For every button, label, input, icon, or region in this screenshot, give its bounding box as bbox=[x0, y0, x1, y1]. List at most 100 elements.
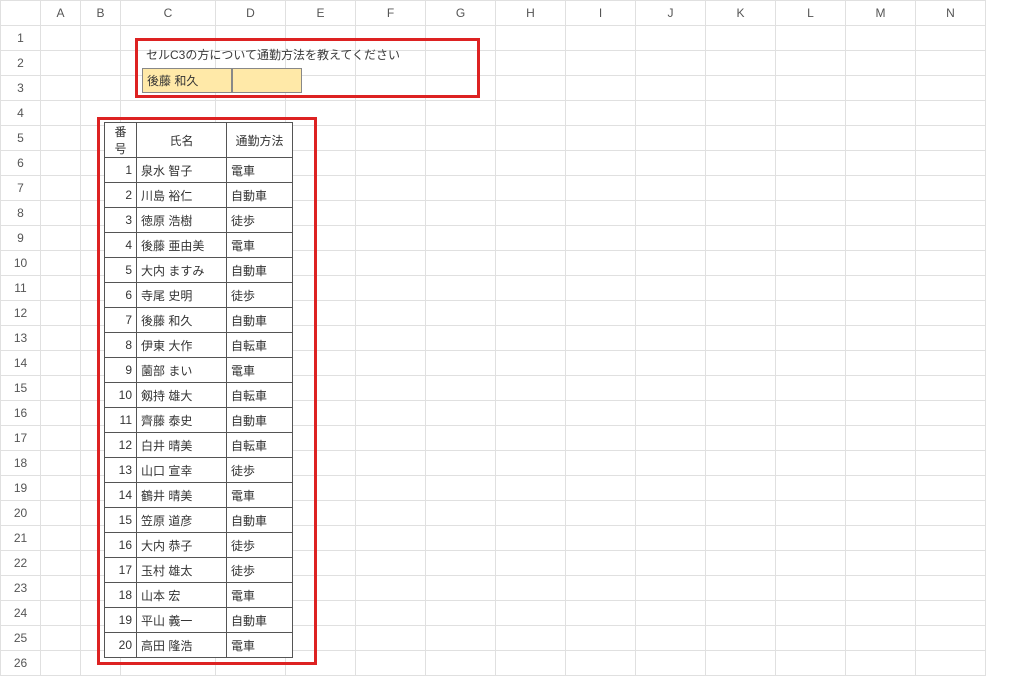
cell-commute[interactable]: 自転車 bbox=[227, 383, 293, 408]
cell-commute[interactable]: 自動車 bbox=[227, 308, 293, 333]
cell-number[interactable]: 15 bbox=[105, 508, 137, 533]
cell-K2[interactable] bbox=[706, 51, 776, 76]
cell-name[interactable]: 大内 恭子 bbox=[137, 533, 227, 558]
cell-number[interactable]: 17 bbox=[105, 558, 137, 583]
cell-I7[interactable] bbox=[566, 176, 636, 201]
cell-I24[interactable] bbox=[566, 601, 636, 626]
cell-number[interactable]: 12 bbox=[105, 433, 137, 458]
cell-F22[interactable] bbox=[356, 551, 426, 576]
cell-K20[interactable] bbox=[706, 501, 776, 526]
cell-M13[interactable] bbox=[846, 326, 916, 351]
row-header-7[interactable]: 7 bbox=[1, 176, 41, 201]
cell-A21[interactable] bbox=[41, 526, 81, 551]
cell-N24[interactable] bbox=[916, 601, 986, 626]
cell-J20[interactable] bbox=[636, 501, 706, 526]
cell-N1[interactable] bbox=[916, 26, 986, 51]
cell-G9[interactable] bbox=[426, 226, 496, 251]
cell-J13[interactable] bbox=[636, 326, 706, 351]
cell-N22[interactable] bbox=[916, 551, 986, 576]
cell-F9[interactable] bbox=[356, 226, 426, 251]
cell-F24[interactable] bbox=[356, 601, 426, 626]
cell-G2[interactable] bbox=[426, 51, 496, 76]
cell-N10[interactable] bbox=[916, 251, 986, 276]
cell-H9[interactable] bbox=[496, 226, 566, 251]
column-header-H[interactable]: H bbox=[496, 1, 566, 26]
cell-C1[interactable] bbox=[121, 26, 216, 51]
cell-J24[interactable] bbox=[636, 601, 706, 626]
cell-name[interactable]: 寺尾 史明 bbox=[137, 283, 227, 308]
cell-A12[interactable] bbox=[41, 301, 81, 326]
row-header-6[interactable]: 6 bbox=[1, 151, 41, 176]
cell-L22[interactable] bbox=[776, 551, 846, 576]
select-all-corner[interactable] bbox=[1, 1, 41, 26]
cell-M6[interactable] bbox=[846, 151, 916, 176]
cell-I14[interactable] bbox=[566, 351, 636, 376]
cell-J11[interactable] bbox=[636, 276, 706, 301]
cell-K22[interactable] bbox=[706, 551, 776, 576]
cell-K7[interactable] bbox=[706, 176, 776, 201]
cell-B2[interactable] bbox=[81, 51, 121, 76]
cell-H17[interactable] bbox=[496, 426, 566, 451]
cell-L26[interactable] bbox=[776, 651, 846, 676]
cell-E20[interactable] bbox=[286, 501, 356, 526]
cell-N16[interactable] bbox=[916, 401, 986, 426]
cell-name[interactable]: 剱持 雄大 bbox=[137, 383, 227, 408]
cell-number[interactable]: 9 bbox=[105, 358, 137, 383]
cell-commute[interactable]: 徒歩 bbox=[227, 533, 293, 558]
cell-L17[interactable] bbox=[776, 426, 846, 451]
cell-M2[interactable] bbox=[846, 51, 916, 76]
cell-N9[interactable] bbox=[916, 226, 986, 251]
cell-H2[interactable] bbox=[496, 51, 566, 76]
cell-I17[interactable] bbox=[566, 426, 636, 451]
cell-K16[interactable] bbox=[706, 401, 776, 426]
cell-A20[interactable] bbox=[41, 501, 81, 526]
cell-F10[interactable] bbox=[356, 251, 426, 276]
cell-commute[interactable]: 電車 bbox=[227, 358, 293, 383]
cell-name[interactable]: 大内 ますみ bbox=[137, 258, 227, 283]
cell-I1[interactable] bbox=[566, 26, 636, 51]
cell-number[interactable]: 11 bbox=[105, 408, 137, 433]
cell-M11[interactable] bbox=[846, 276, 916, 301]
cell-A17[interactable] bbox=[41, 426, 81, 451]
cell-E24[interactable] bbox=[286, 601, 356, 626]
cell-A1[interactable] bbox=[41, 26, 81, 51]
cell-J5[interactable] bbox=[636, 126, 706, 151]
cell-F18[interactable] bbox=[356, 451, 426, 476]
cell-F4[interactable] bbox=[356, 101, 426, 126]
cell-number[interactable]: 10 bbox=[105, 383, 137, 408]
cell-H5[interactable] bbox=[496, 126, 566, 151]
column-header-G[interactable]: G bbox=[426, 1, 496, 26]
cell-E23[interactable] bbox=[286, 576, 356, 601]
cell-E18[interactable] bbox=[286, 451, 356, 476]
cell-G5[interactable] bbox=[426, 126, 496, 151]
cell-K18[interactable] bbox=[706, 451, 776, 476]
cell-M12[interactable] bbox=[846, 301, 916, 326]
cell-J16[interactable] bbox=[636, 401, 706, 426]
cell-L3[interactable] bbox=[776, 76, 846, 101]
cell-L16[interactable] bbox=[776, 401, 846, 426]
cell-L14[interactable] bbox=[776, 351, 846, 376]
cell-I25[interactable] bbox=[566, 626, 636, 651]
cell-number[interactable]: 8 bbox=[105, 333, 137, 358]
cell-F25[interactable] bbox=[356, 626, 426, 651]
cell-K11[interactable] bbox=[706, 276, 776, 301]
cell-M23[interactable] bbox=[846, 576, 916, 601]
cell-C3[interactable] bbox=[121, 76, 216, 101]
cell-H16[interactable] bbox=[496, 401, 566, 426]
cell-H10[interactable] bbox=[496, 251, 566, 276]
cell-number[interactable]: 14 bbox=[105, 483, 137, 508]
cell-E1[interactable] bbox=[286, 26, 356, 51]
cell-E19[interactable] bbox=[286, 476, 356, 501]
cell-N8[interactable] bbox=[916, 201, 986, 226]
cell-F12[interactable] bbox=[356, 301, 426, 326]
cell-L10[interactable] bbox=[776, 251, 846, 276]
cell-J23[interactable] bbox=[636, 576, 706, 601]
cell-F21[interactable] bbox=[356, 526, 426, 551]
cell-I18[interactable] bbox=[566, 451, 636, 476]
row-header-16[interactable]: 16 bbox=[1, 401, 41, 426]
cell-J3[interactable] bbox=[636, 76, 706, 101]
cell-G21[interactable] bbox=[426, 526, 496, 551]
column-header-J[interactable]: J bbox=[636, 1, 706, 26]
row-header-3[interactable]: 3 bbox=[1, 76, 41, 101]
row-header-14[interactable]: 14 bbox=[1, 351, 41, 376]
